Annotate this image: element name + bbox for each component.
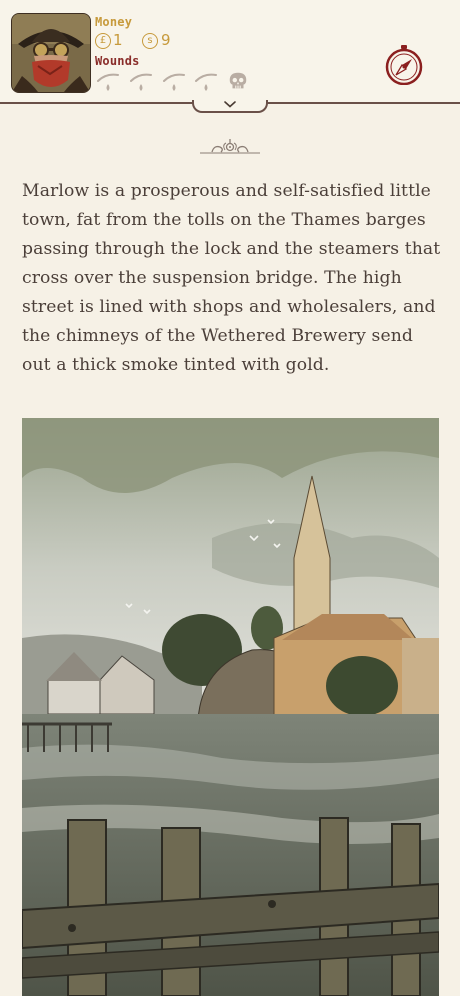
portrait-icon xyxy=(12,14,90,92)
money-label: Money xyxy=(95,15,133,29)
pound-coin-icon: £ xyxy=(95,33,111,49)
wounds-label: Wounds xyxy=(95,54,140,68)
flourish-icon xyxy=(200,139,260,154)
collapse-header-button[interactable] xyxy=(192,100,268,113)
shilling-coin-icon: s xyxy=(142,33,158,49)
story-paragraph: Marlow is a prosperous and self-satisfie… xyxy=(22,181,441,375)
pounds-value: 1 xyxy=(113,31,123,49)
chevron-down-icon xyxy=(224,101,236,108)
status-header: Money £ 1 s 9 Wounds xyxy=(0,0,460,104)
scene-illustration xyxy=(22,418,439,996)
teardrop-icon xyxy=(195,73,217,91)
compass-icon[interactable] xyxy=(384,45,424,85)
shillings-value: 9 xyxy=(161,31,171,49)
skull-icon xyxy=(229,72,247,89)
teardrop-icon xyxy=(163,73,185,91)
teardrop-icon xyxy=(97,73,119,91)
character-portrait[interactable] xyxy=(11,13,91,93)
teardrop-icon xyxy=(130,73,152,91)
